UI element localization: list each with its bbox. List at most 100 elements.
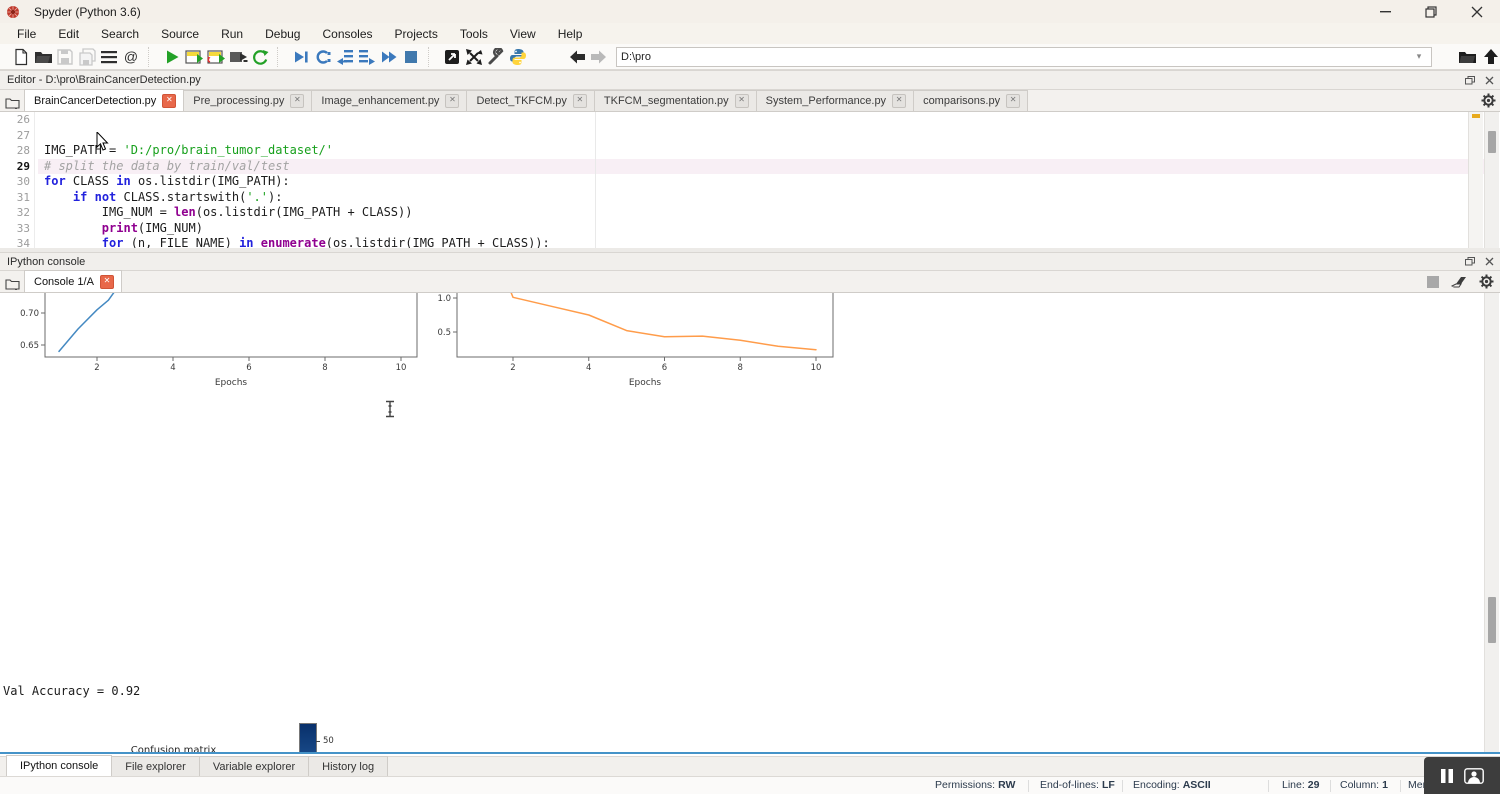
undock-icon[interactable] — [1465, 76, 1475, 85]
save-icon[interactable] — [54, 46, 76, 67]
tab-label: comparisons.py — [923, 95, 1000, 107]
close-pane-icon[interactable] — [1485, 76, 1494, 85]
step-into-icon[interactable] — [334, 46, 356, 67]
editor-options-gear-icon[interactable] — [1481, 93, 1496, 108]
code-editor[interactable]: 262728IMG_PATH = 'D:/pro/brain_tumor_dat… — [0, 112, 1484, 248]
stop-icon[interactable] — [400, 46, 422, 67]
close-button[interactable] — [1454, 0, 1500, 23]
editor-tab[interactable]: Pre_processing.py✕ — [183, 90, 312, 111]
browse-tabs-icon[interactable] — [5, 96, 20, 109]
console-options-gear-icon[interactable] — [1479, 274, 1494, 289]
step-return-icon[interactable] — [356, 46, 378, 67]
menu-projects[interactable]: Projects — [384, 25, 449, 43]
svg-text:0.5: 0.5 — [437, 328, 451, 338]
save-all-icon[interactable] — [76, 46, 98, 67]
line-number: 34 — [0, 236, 38, 248]
menu-edit[interactable]: Edit — [47, 25, 90, 43]
clear-console-icon[interactable] — [1451, 276, 1467, 288]
editor-tab[interactable]: System_Performance.py✕ — [756, 90, 914, 111]
continue-icon[interactable] — [378, 46, 400, 67]
run-selection-icon[interactable] — [227, 46, 249, 67]
file-switcher-icon[interactable] — [98, 46, 120, 67]
line-number: 28 — [0, 143, 38, 159]
editor-scrollbar[interactable] — [1484, 112, 1499, 248]
forward-icon[interactable] — [588, 46, 610, 67]
preferences-icon[interactable] — [485, 46, 507, 67]
status-bar: Permissions:RWEnd-of-lines:LFEncoding:AS… — [0, 776, 1500, 794]
code-line[interactable]: 29# split the data by train/val/test — [0, 159, 1484, 175]
menu-tools[interactable]: Tools — [449, 25, 499, 43]
close-tab-icon[interactable]: ✕ — [100, 275, 114, 289]
console-scrollbar[interactable] — [1484, 293, 1499, 752]
code-line[interactable]: 26 — [0, 112, 1484, 128]
console-tab[interactable]: Console 1/A✕ — [24, 270, 122, 292]
editor-tab[interactable]: Detect_TKFCM.py✕ — [466, 90, 594, 111]
menu-debug[interactable]: Debug — [254, 25, 311, 43]
console-output[interactable]: 2468100.700.65Epochs2468101.00.5Epochs V… — [0, 293, 1484, 752]
close-tab-icon[interactable]: ✕ — [892, 94, 906, 108]
code-line[interactable]: 32 IMG_NUM = len(os.listdir(IMG_PATH + C… — [0, 205, 1484, 221]
menu-view[interactable]: View — [499, 25, 547, 43]
close-tab-icon[interactable]: ✕ — [445, 94, 459, 108]
svg-text:Epochs: Epochs — [215, 378, 248, 388]
menu-consoles[interactable]: Consoles — [311, 25, 383, 43]
menu-run[interactable]: Run — [210, 25, 254, 43]
svg-text:@: @ — [124, 48, 138, 64]
code-line[interactable]: 34 for (n, FILE_NAME) in enumerate(os.li… — [0, 236, 1484, 248]
run-icon[interactable] — [161, 46, 183, 67]
maximize-icon[interactable] — [441, 46, 463, 67]
debug-icon[interactable] — [290, 46, 312, 67]
parent-dir-icon[interactable] — [1480, 46, 1500, 67]
editor-tab[interactable]: comparisons.py ✕ — [913, 90, 1028, 111]
code-line[interactable]: 30for CLASS in os.listdir(IMG_PATH): — [0, 174, 1484, 190]
svg-text:4: 4 — [170, 363, 175, 373]
pane-tab-file-explorer[interactable]: File explorer — [111, 756, 200, 776]
rerun-icon[interactable] — [249, 46, 271, 67]
close-tab-icon[interactable]: ✕ — [162, 94, 176, 108]
chevron-down-icon[interactable]: ▾ — [1410, 47, 1428, 67]
run-cell-icon[interactable] — [183, 46, 205, 67]
close-tab-icon[interactable]: ✕ — [735, 94, 749, 108]
open-file-icon[interactable] — [32, 46, 54, 67]
close-tab-icon[interactable]: ✕ — [573, 94, 587, 108]
warning-flag — [1472, 114, 1480, 118]
pane-tab-ipython-console[interactable]: IPython console — [6, 755, 112, 776]
restore-button[interactable] — [1408, 0, 1454, 23]
close-tab-icon[interactable]: ✕ — [1006, 94, 1020, 108]
pane-tab-history-log[interactable]: History log — [308, 756, 388, 776]
close-pane-icon[interactable] — [1485, 257, 1494, 266]
colorbar — [299, 723, 317, 752]
new-file-icon[interactable] — [10, 46, 32, 67]
browse-tabs-icon[interactable] — [5, 277, 20, 290]
menu-file[interactable]: File — [6, 25, 47, 43]
editor-tab[interactable]: Image_enhancement.py✕ — [311, 90, 467, 111]
code-line[interactable]: 27 — [0, 128, 1484, 144]
python-path-icon[interactable] — [507, 46, 529, 67]
minimize-button[interactable] — [1362, 0, 1408, 23]
menu-search[interactable]: Search — [90, 25, 150, 43]
camera-button[interactable] — [1464, 768, 1484, 784]
open-dir-icon[interactable] — [1456, 46, 1478, 67]
editor-tab[interactable]: BrainCancerDetection.py✕ — [24, 89, 184, 111]
step-over-icon[interactable] — [312, 46, 334, 67]
code-line[interactable]: 33 print(IMG_NUM) — [0, 221, 1484, 237]
symbol-finder-icon[interactable]: @ — [120, 46, 142, 67]
menu-source[interactable]: Source — [150, 25, 210, 43]
pane-tab-variable-explorer[interactable]: Variable explorer — [199, 756, 309, 776]
close-tab-icon[interactable]: ✕ — [290, 94, 304, 108]
interrupt-kernel-icon[interactable] — [1427, 276, 1439, 288]
code-line[interactable]: 31 if not CLASS.startswith('.'): — [0, 190, 1484, 206]
svg-text:1.0: 1.0 — [437, 294, 451, 304]
screen-recorder-overlay — [1424, 757, 1500, 794]
working-directory-input[interactable] — [616, 47, 1432, 67]
code-line[interactable]: 28IMG_PATH = 'D:/pro/brain_tumor_dataset… — [0, 143, 1484, 159]
editor-tab[interactable]: TKFCM_segmentation.py✕ — [594, 90, 757, 111]
undock-icon[interactable] — [1465, 257, 1475, 266]
pause-recording-button[interactable] — [1440, 768, 1454, 784]
back-icon[interactable] — [566, 46, 588, 67]
menu-help[interactable]: Help — [547, 25, 594, 43]
line-number: 26 — [0, 112, 38, 128]
fullscreen-icon[interactable] — [463, 46, 485, 67]
run-cell-advance-icon[interactable] — [205, 46, 227, 67]
status-separator — [1330, 780, 1331, 792]
